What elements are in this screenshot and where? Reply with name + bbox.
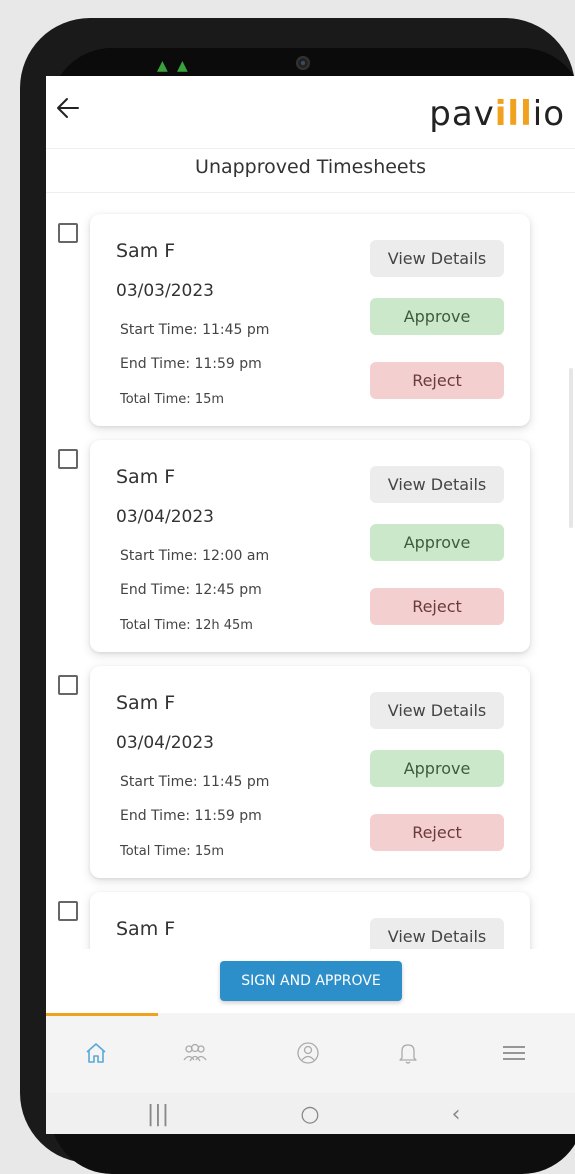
timesheet-row: Sam F 03/04/2023 Start Time: 11:45 pm En… (46, 645, 575, 878)
total-time: Total Time: 15m (120, 392, 225, 407)
action-footer: SIGN AND APPROVE (46, 949, 575, 1013)
timesheet-checkbox[interactable] (58, 675, 78, 695)
sign-and-approve-button[interactable]: SIGN AND APPROVE (220, 961, 402, 1001)
total-time: Total Time: 15m (120, 844, 225, 859)
system-navigation-bar: ||| ○ ‹ (46, 1093, 575, 1134)
view-details-button[interactable]: View Details (370, 466, 504, 503)
home-icon[interactable] (74, 1031, 118, 1075)
view-details-button[interactable]: View Details (370, 692, 504, 729)
front-camera (296, 56, 310, 70)
employee-name: Sam F (116, 692, 176, 714)
app-screen: pavillio Unapproved Timesheets Sam F 03/… (46, 76, 575, 1134)
timesheet-row: Sam F 03/04/2023 Start Time: 12:00 am En… (46, 419, 575, 652)
employee-name: Sam F (116, 466, 176, 488)
end-time: End Time: 11:59 pm (120, 356, 262, 372)
home-button[interactable]: ○ (290, 1097, 330, 1131)
end-time: End Time: 12:45 pm (120, 582, 262, 598)
reject-button[interactable]: Reject (370, 814, 504, 851)
page-title: Unapproved Timesheets (195, 156, 426, 178)
logo-accent: ill (494, 94, 533, 134)
approve-button[interactable]: Approve (370, 298, 504, 335)
view-details-button[interactable]: View Details (370, 240, 504, 277)
start-time: Start Time: 11:45 pm (120, 774, 270, 790)
timesheet-card: Sam F 03/03/2023 Start Time: 11:45 pm En… (90, 214, 530, 426)
timesheet-card: Sam F View Details (90, 892, 530, 949)
timesheet-checkbox[interactable] (58, 901, 78, 921)
employee-name: Sam F (116, 240, 176, 262)
pavillio-logo: pavillio (429, 94, 565, 134)
bell-icon[interactable] (386, 1031, 430, 1075)
timesheet-checkbox[interactable] (58, 223, 78, 243)
start-time: Start Time: 12:00 am (120, 548, 270, 564)
timesheet-date: 03/03/2023 (116, 281, 214, 301)
back-button[interactable]: ‹ (436, 1097, 476, 1131)
timesheet-row: Sam F View Details (46, 871, 575, 949)
reject-button[interactable]: Reject (370, 588, 504, 625)
people-icon[interactable] (173, 1031, 217, 1075)
contacts-icon[interactable] (286, 1031, 330, 1075)
approve-button[interactable]: Approve (370, 750, 504, 787)
bottom-navigation (46, 1013, 575, 1093)
employee-name: Sam F (116, 918, 176, 940)
logo-part: io (532, 94, 565, 134)
timesheet-row: Sam F 03/03/2023 Start Time: 11:45 pm En… (46, 193, 575, 426)
logo-part: pav (429, 94, 495, 134)
timesheet-checkbox[interactable] (58, 449, 78, 469)
reject-button[interactable]: Reject (370, 362, 504, 399)
total-time: Total Time: 12h 45m (120, 618, 253, 633)
arrow-left-icon[interactable] (52, 94, 84, 126)
app-header: pavillio (46, 76, 575, 149)
view-details-button[interactable]: View Details (370, 918, 504, 949)
timesheet-list[interactable]: Sam F 03/03/2023 Start Time: 11:45 pm En… (46, 193, 575, 949)
recents-button[interactable]: ||| (138, 1097, 178, 1131)
timesheet-date: 03/04/2023 (116, 733, 214, 753)
start-time: Start Time: 11:45 pm (120, 322, 270, 338)
timesheet-card: Sam F 03/04/2023 Start Time: 11:45 pm En… (90, 666, 530, 878)
approve-button[interactable]: Approve (370, 524, 504, 561)
android-notification-icon: ▲ (157, 58, 168, 74)
timesheet-card: Sam F 03/04/2023 Start Time: 12:00 am En… (90, 440, 530, 652)
active-tab-indicator (46, 1013, 158, 1016)
android-notification-icon: ▲ (177, 58, 188, 74)
timesheet-date: 03/04/2023 (116, 507, 214, 527)
menu-icon[interactable] (492, 1031, 536, 1075)
end-time: End Time: 11:59 pm (120, 808, 262, 824)
